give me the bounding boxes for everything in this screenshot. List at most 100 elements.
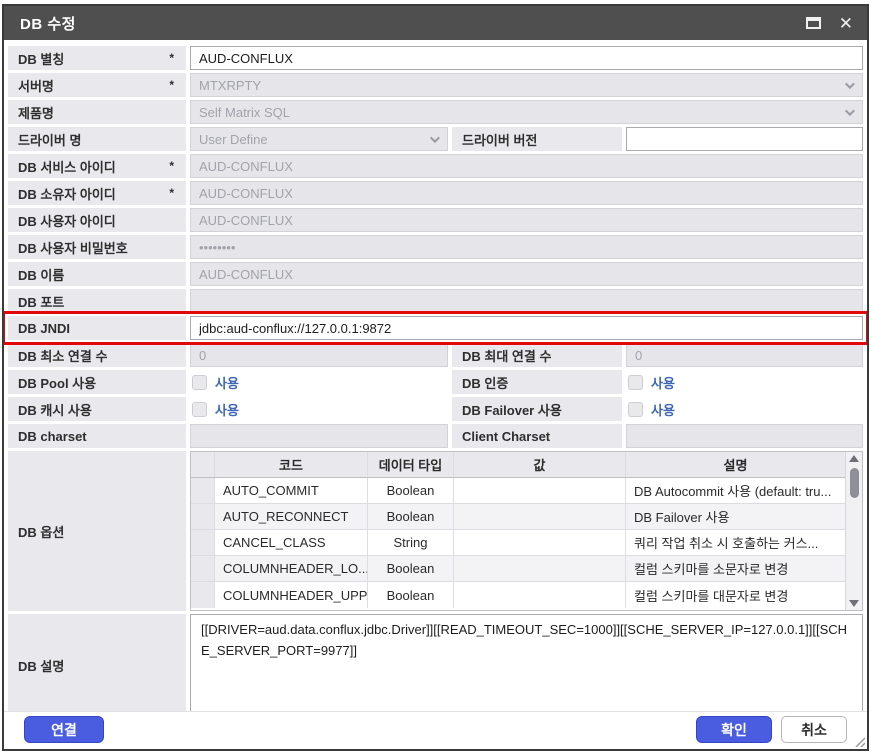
db-name-input[interactable] — [190, 262, 863, 286]
required-mark: * — [169, 186, 174, 200]
row-selector[interactable] — [191, 582, 215, 608]
db-auth-checkbox[interactable] — [628, 375, 643, 390]
dialog-titlebar[interactable]: DB 수정 ✕ — [4, 6, 867, 40]
server-name-select[interactable]: MTXRPTY — [190, 73, 863, 97]
row-selector[interactable] — [191, 530, 215, 555]
row-selector-header — [191, 452, 215, 477]
required-mark: * — [169, 159, 174, 173]
table-row[interactable]: CANCEL_CLASS String 쿼리 작업 취소 시 호출하는 커스..… — [191, 530, 845, 556]
db-edit-dialog: DB 수정 ✕ DB 별칭* 서버명* MTXRPTY 제품명 — [2, 4, 869, 751]
required-mark: * — [169, 78, 174, 92]
product-name-select[interactable]: Self Matrix SQL — [190, 100, 863, 124]
db-jndi-input[interactable] — [190, 316, 863, 340]
field-label-db-name: DB 이름 — [8, 262, 186, 286]
db-min-conn-input[interactable] — [190, 343, 448, 367]
field-label-driver-version: 드라이버 버전 — [452, 127, 622, 151]
row-selector[interactable] — [191, 478, 215, 503]
field-label-db-options: DB 옵션 — [8, 451, 186, 611]
table-header-row: 코드 데이터 타입 값 설명 — [191, 452, 845, 478]
column-header-value[interactable]: 값 — [454, 452, 626, 477]
db-failover-checkbox-label: 사용 — [651, 400, 675, 419]
db-user-id-input[interactable] — [190, 208, 863, 232]
db-auth-checkbox-label: 사용 — [651, 373, 675, 392]
row-db-pool-auth: DB Pool 사용 사용 DB 인증 사용 — [8, 370, 863, 394]
ok-button[interactable]: 확인 — [696, 716, 772, 743]
row-db-cache-failover: DB 캐시 사용 사용 DB Failover 사용 사용 — [8, 397, 863, 421]
row-db-description: DB 설명 [[DRIVER=aud.data.conflux.jdbc.Dri… — [8, 614, 863, 711]
db-options-table: 코드 데이터 타입 값 설명 AUTO_COMMIT Boolean DB Au… — [190, 451, 863, 611]
row-db-jndi: DB JNDI — [8, 316, 863, 340]
db-password-input[interactable] — [190, 235, 863, 259]
row-db-port: DB 포트 — [8, 289, 863, 313]
field-label-db-pool: DB Pool 사용 — [8, 370, 186, 394]
scrollbar-thumb[interactable] — [850, 468, 859, 498]
field-label-db-description: DB 설명 — [8, 614, 186, 711]
field-label-product-name: 제품명 — [8, 100, 186, 124]
field-label-db-user-id: DB 사용자 아이디 — [8, 208, 186, 232]
resize-grip[interactable] — [853, 735, 865, 747]
row-product-name: 제품명 Self Matrix SQL — [8, 100, 863, 124]
screen: DB 수정 ✕ DB 별칭* 서버명* MTXRPTY 제품명 — [0, 0, 871, 754]
row-db-service-id: DB 서비스 아이디* — [8, 154, 863, 178]
field-label-db-jndi: DB JNDI — [8, 316, 186, 340]
db-cache-checkbox[interactable] — [192, 402, 207, 417]
row-db-name: DB 이름 — [8, 262, 863, 286]
dialog-footer: 연결 확인 취소 — [4, 711, 867, 749]
field-label-db-auth: DB 인증 — [452, 370, 622, 394]
field-label-db-max-conn: DB 최대 연결 수 — [452, 343, 622, 367]
field-label-db-failover: DB Failover 사용 — [452, 397, 622, 421]
table-row[interactable]: AUTO_RECONNECT Boolean DB Failover 사용 — [191, 504, 845, 530]
field-label-client-charset: Client Charset — [452, 424, 622, 448]
row-db-owner-id: DB 소유자 아이디* — [8, 181, 863, 205]
row-driver: 드라이버 명 User Define 드라이버 버전 — [8, 127, 863, 151]
column-header-type[interactable]: 데이터 타입 — [368, 452, 454, 477]
connect-button[interactable]: 연결 — [24, 716, 104, 743]
chevron-down-icon — [430, 133, 440, 143]
chevron-down-icon — [845, 106, 855, 116]
scroll-down-icon[interactable] — [849, 600, 859, 607]
row-server-name: 서버명* MTXRPTY — [8, 73, 863, 97]
row-db-alias: DB 별칭* — [8, 46, 863, 70]
field-label-db-min-conn: DB 최소 연결 수 — [8, 343, 186, 367]
client-charset-input[interactable] — [626, 424, 863, 448]
row-selector[interactable] — [191, 504, 215, 529]
cancel-button[interactable]: 취소 — [781, 716, 847, 743]
field-label-db-port: DB 포트 — [8, 289, 186, 313]
row-selector[interactable] — [191, 556, 215, 581]
field-label-db-charset: DB charset — [8, 424, 186, 448]
db-owner-id-input[interactable] — [190, 181, 863, 205]
table-row[interactable]: COLUMNHEADER_UPP... Boolean 컬럼 스키마를 대문자로… — [191, 582, 845, 608]
db-max-conn-input[interactable] — [626, 343, 863, 367]
field-label-server-name: 서버명* — [8, 73, 186, 97]
dialog-title: DB 수정 — [20, 13, 76, 34]
row-db-options: DB 옵션 코드 데이터 타입 값 설명 AUTO_COMMIT — [8, 451, 863, 611]
column-header-desc[interactable]: 설명 — [626, 452, 845, 477]
db-port-input[interactable] — [190, 289, 863, 313]
row-db-password: DB 사용자 비밀번호 — [8, 235, 863, 259]
field-label-db-cache: DB 캐시 사용 — [8, 397, 186, 421]
scroll-up-icon[interactable] — [849, 455, 859, 462]
db-service-id-input[interactable] — [190, 154, 863, 178]
field-label-db-password: DB 사용자 비밀번호 — [8, 235, 186, 259]
row-db-user-id: DB 사용자 아이디 — [8, 208, 863, 232]
required-mark: * — [169, 51, 174, 65]
driver-name-select[interactable]: User Define — [190, 127, 448, 151]
field-label-db-service-id: DB 서비스 아이디* — [8, 154, 186, 178]
driver-version-input[interactable] — [626, 127, 863, 151]
table-row[interactable]: AUTO_COMMIT Boolean DB Autocommit 사용 (de… — [191, 478, 845, 504]
maximize-icon[interactable] — [806, 17, 821, 29]
db-description-textarea[interactable]: [[DRIVER=aud.data.conflux.jdbc.Driver]][… — [190, 614, 863, 711]
column-header-code[interactable]: 코드 — [215, 452, 368, 477]
db-pool-checkbox[interactable] — [192, 375, 207, 390]
table-scrollbar[interactable] — [845, 452, 862, 610]
db-charset-input[interactable] — [190, 424, 448, 448]
db-failover-checkbox[interactable] — [628, 402, 643, 417]
table-row[interactable]: COLUMNHEADER_LO... Boolean 컬럼 스키마를 소문자로 … — [191, 556, 845, 582]
row-charset: DB charset Client Charset — [8, 424, 863, 448]
db-alias-input[interactable] — [190, 46, 863, 70]
field-label-db-alias: DB 별칭* — [8, 46, 186, 70]
close-icon[interactable]: ✕ — [839, 15, 853, 32]
chevron-down-icon — [845, 79, 855, 89]
field-label-driver-name: 드라이버 명 — [8, 127, 186, 151]
row-db-connections: DB 최소 연결 수 DB 최대 연결 수 — [8, 343, 863, 367]
